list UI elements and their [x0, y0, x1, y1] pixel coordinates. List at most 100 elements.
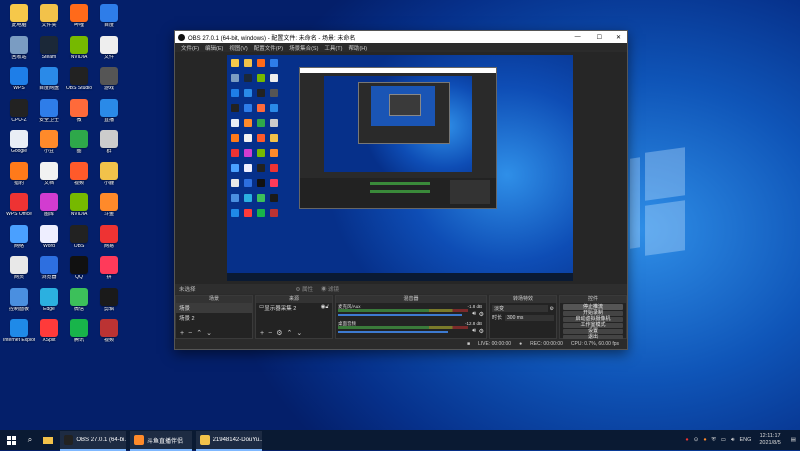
source-tools: + − ⚙ ⌃ ⌄ [258, 329, 304, 337]
preview-icon [231, 149, 239, 157]
volume-slider[interactable] [338, 331, 448, 333]
taskbar-app-label: 斗鱼直播伴侣 [147, 438, 184, 445]
close-icon[interactable]: ✕ [616, 34, 621, 41]
search-icon[interactable]: ⌕ [22, 430, 38, 450]
move-up-icon[interactable]: ⌃ [286, 329, 292, 337]
minimize-icon[interactable]: — [575, 34, 581, 40]
cpu-usage: CPU: 0.7%, 60.00 fps [570, 341, 619, 347]
menu-view[interactable]: 视图(V) [229, 44, 247, 52]
gear-icon[interactable]: ⚙ [479, 311, 484, 318]
start-button[interactable] [2, 430, 20, 450]
duration-input[interactable]: 300 ms [505, 314, 554, 321]
preview-icon [231, 89, 239, 97]
preview-icon [257, 164, 265, 172]
windows-logo-icon [6, 435, 16, 445]
menu-edit[interactable]: 编辑(E) [205, 44, 223, 52]
properties-button[interactable]: ⚙ 属性 [296, 285, 313, 293]
preview-icon [257, 119, 265, 127]
preview-icon [270, 104, 278, 112]
app-icon [40, 224, 58, 243]
taskbar-app[interactable]: 斗鱼直播伴侣 [130, 431, 192, 451]
preview-desktop-icons [231, 59, 301, 239]
remove-scene-icon[interactable]: − [188, 330, 192, 337]
move-down-icon[interactable]: ⌄ [206, 329, 212, 337]
volume-slider[interactable] [338, 314, 462, 316]
add-source-icon[interactable]: + [260, 330, 264, 337]
shield-icon[interactable]: ⛨ [712, 437, 716, 444]
menu-help[interactable]: 帮助(H) [348, 44, 367, 52]
gear-icon[interactable]: ⚙ [276, 329, 282, 337]
tray-icon[interactable]: ● [703, 437, 706, 443]
desktop-icon-label: 回收站 [11, 54, 27, 60]
rec-time: REC: 00:00:00 [530, 341, 563, 347]
desktop-icon[interactable]: XSplit [33, 317, 65, 353]
speaker-icon[interactable]: 🔊︎ [472, 328, 476, 335]
speaker-icon[interactable]: 🔊︎ [472, 311, 476, 318]
move-up-icon[interactable]: ⌃ [196, 329, 202, 337]
taskbar-app[interactable]: 21948142-DouYu... [196, 431, 262, 451]
menu-tools[interactable]: 工具(T) [324, 44, 342, 52]
volume-icon[interactable]: 🔊︎ [731, 437, 734, 444]
desktop-icon[interactable]: 视频 [93, 317, 125, 353]
remove-source-icon[interactable]: − [268, 330, 272, 337]
app-icon [40, 256, 58, 274]
scene-item[interactable]: 场景 2 [176, 313, 252, 323]
menu-profile[interactable]: 配置文件(P) [254, 44, 283, 52]
app-icon [40, 35, 58, 54]
move-down-icon[interactable]: ⌄ [296, 329, 302, 337]
gear-icon[interactable]: ⚙ [479, 328, 484, 335]
menu-scene-collection[interactable]: 场景集合(S) [289, 44, 318, 52]
app-icon [100, 319, 118, 337]
desktop-icon-label: 文档 [43, 180, 54, 186]
network-icon[interactable]: ▭ [721, 437, 726, 443]
transition-select[interactable]: 淡变 [492, 305, 548, 312]
notification-icon[interactable]: ▤ [791, 437, 796, 443]
desktop-icon-label: 微信 [73, 306, 84, 312]
taskbar-app[interactable]: OBS 27.0.1 (64-bi... [60, 431, 126, 451]
preview-icon [244, 89, 252, 97]
desktop-icon-label: 视频 [73, 180, 84, 186]
desktop-icon-label: NVIDIA [70, 54, 88, 60]
preview-area[interactable] [175, 52, 627, 284]
language-indicator[interactable]: ENG [739, 437, 751, 443]
add-scene-icon[interactable]: + [180, 330, 184, 337]
preview-canvas[interactable] [227, 55, 573, 281]
window-title: OBS 27.0.1 (64-bit, windows) - 配置文件: 未命名… [188, 35, 356, 42]
desktop-icon[interactable]: Internet Explorer [3, 317, 35, 353]
lock-icon[interactable]: 🔓︎ [325, 304, 329, 312]
transitions-dock-title: 转场特效 [490, 296, 556, 303]
app-icon [10, 130, 28, 148]
app-icon [70, 67, 88, 85]
file-explorer-icon[interactable] [40, 430, 56, 450]
scene-item[interactable]: 场景 [176, 303, 252, 313]
source-item[interactable]: ▭ 显示器采集 2 ◉ 🔓︎ [256, 303, 332, 313]
preview-icon [270, 74, 278, 82]
gear-icon[interactable]: ⚙ [550, 306, 554, 312]
filters-button[interactable]: ◉ 滤镜 [321, 285, 339, 293]
duration-label: 时长 [492, 315, 503, 321]
desktop-icon-label: 直播 [103, 117, 114, 123]
obs-titlebar[interactable]: OBS 27.0.1 (64-bit, windows) - 配置文件: 未命名… [175, 31, 627, 43]
clock-time: 12:11:17 [759, 433, 781, 439]
maximize-icon[interactable]: ☐ [597, 34, 602, 41]
obs-logo-icon [178, 33, 185, 41]
tray-icon[interactable]: ⊙ [694, 437, 699, 443]
clock[interactable]: 12:11:17 2021/8/5 [759, 433, 780, 447]
taskbar-app-label: OBS 27.0.1 (64-bi... [76, 437, 126, 443]
preview-icon [244, 59, 252, 67]
desktop-icon-label: 腾讯 [73, 338, 84, 343]
preview-icon [257, 134, 265, 142]
menu-file[interactable]: 文件(F) [181, 44, 199, 52]
preview-icon [244, 119, 252, 127]
preview-icon [257, 194, 265, 202]
app-icon [40, 193, 58, 211]
preview-icon [231, 59, 239, 67]
desktop-icon[interactable]: 腾讯 [63, 317, 95, 353]
preview-icon [231, 209, 239, 217]
desktop-icon-label: OBS [73, 243, 85, 249]
preview-icon [257, 104, 265, 112]
obs-window[interactable]: OBS 27.0.1 (64-bit, windows) - 配置文件: 未命名… [174, 30, 628, 350]
desktop-icon-label: NVIDIA [70, 212, 88, 217]
tray-icon[interactable]: ● [685, 437, 688, 443]
controls-dock: 控件 停止推流 开始录制 启动虚拟摄像机 工作室模式 设置 退出 [559, 295, 627, 340]
